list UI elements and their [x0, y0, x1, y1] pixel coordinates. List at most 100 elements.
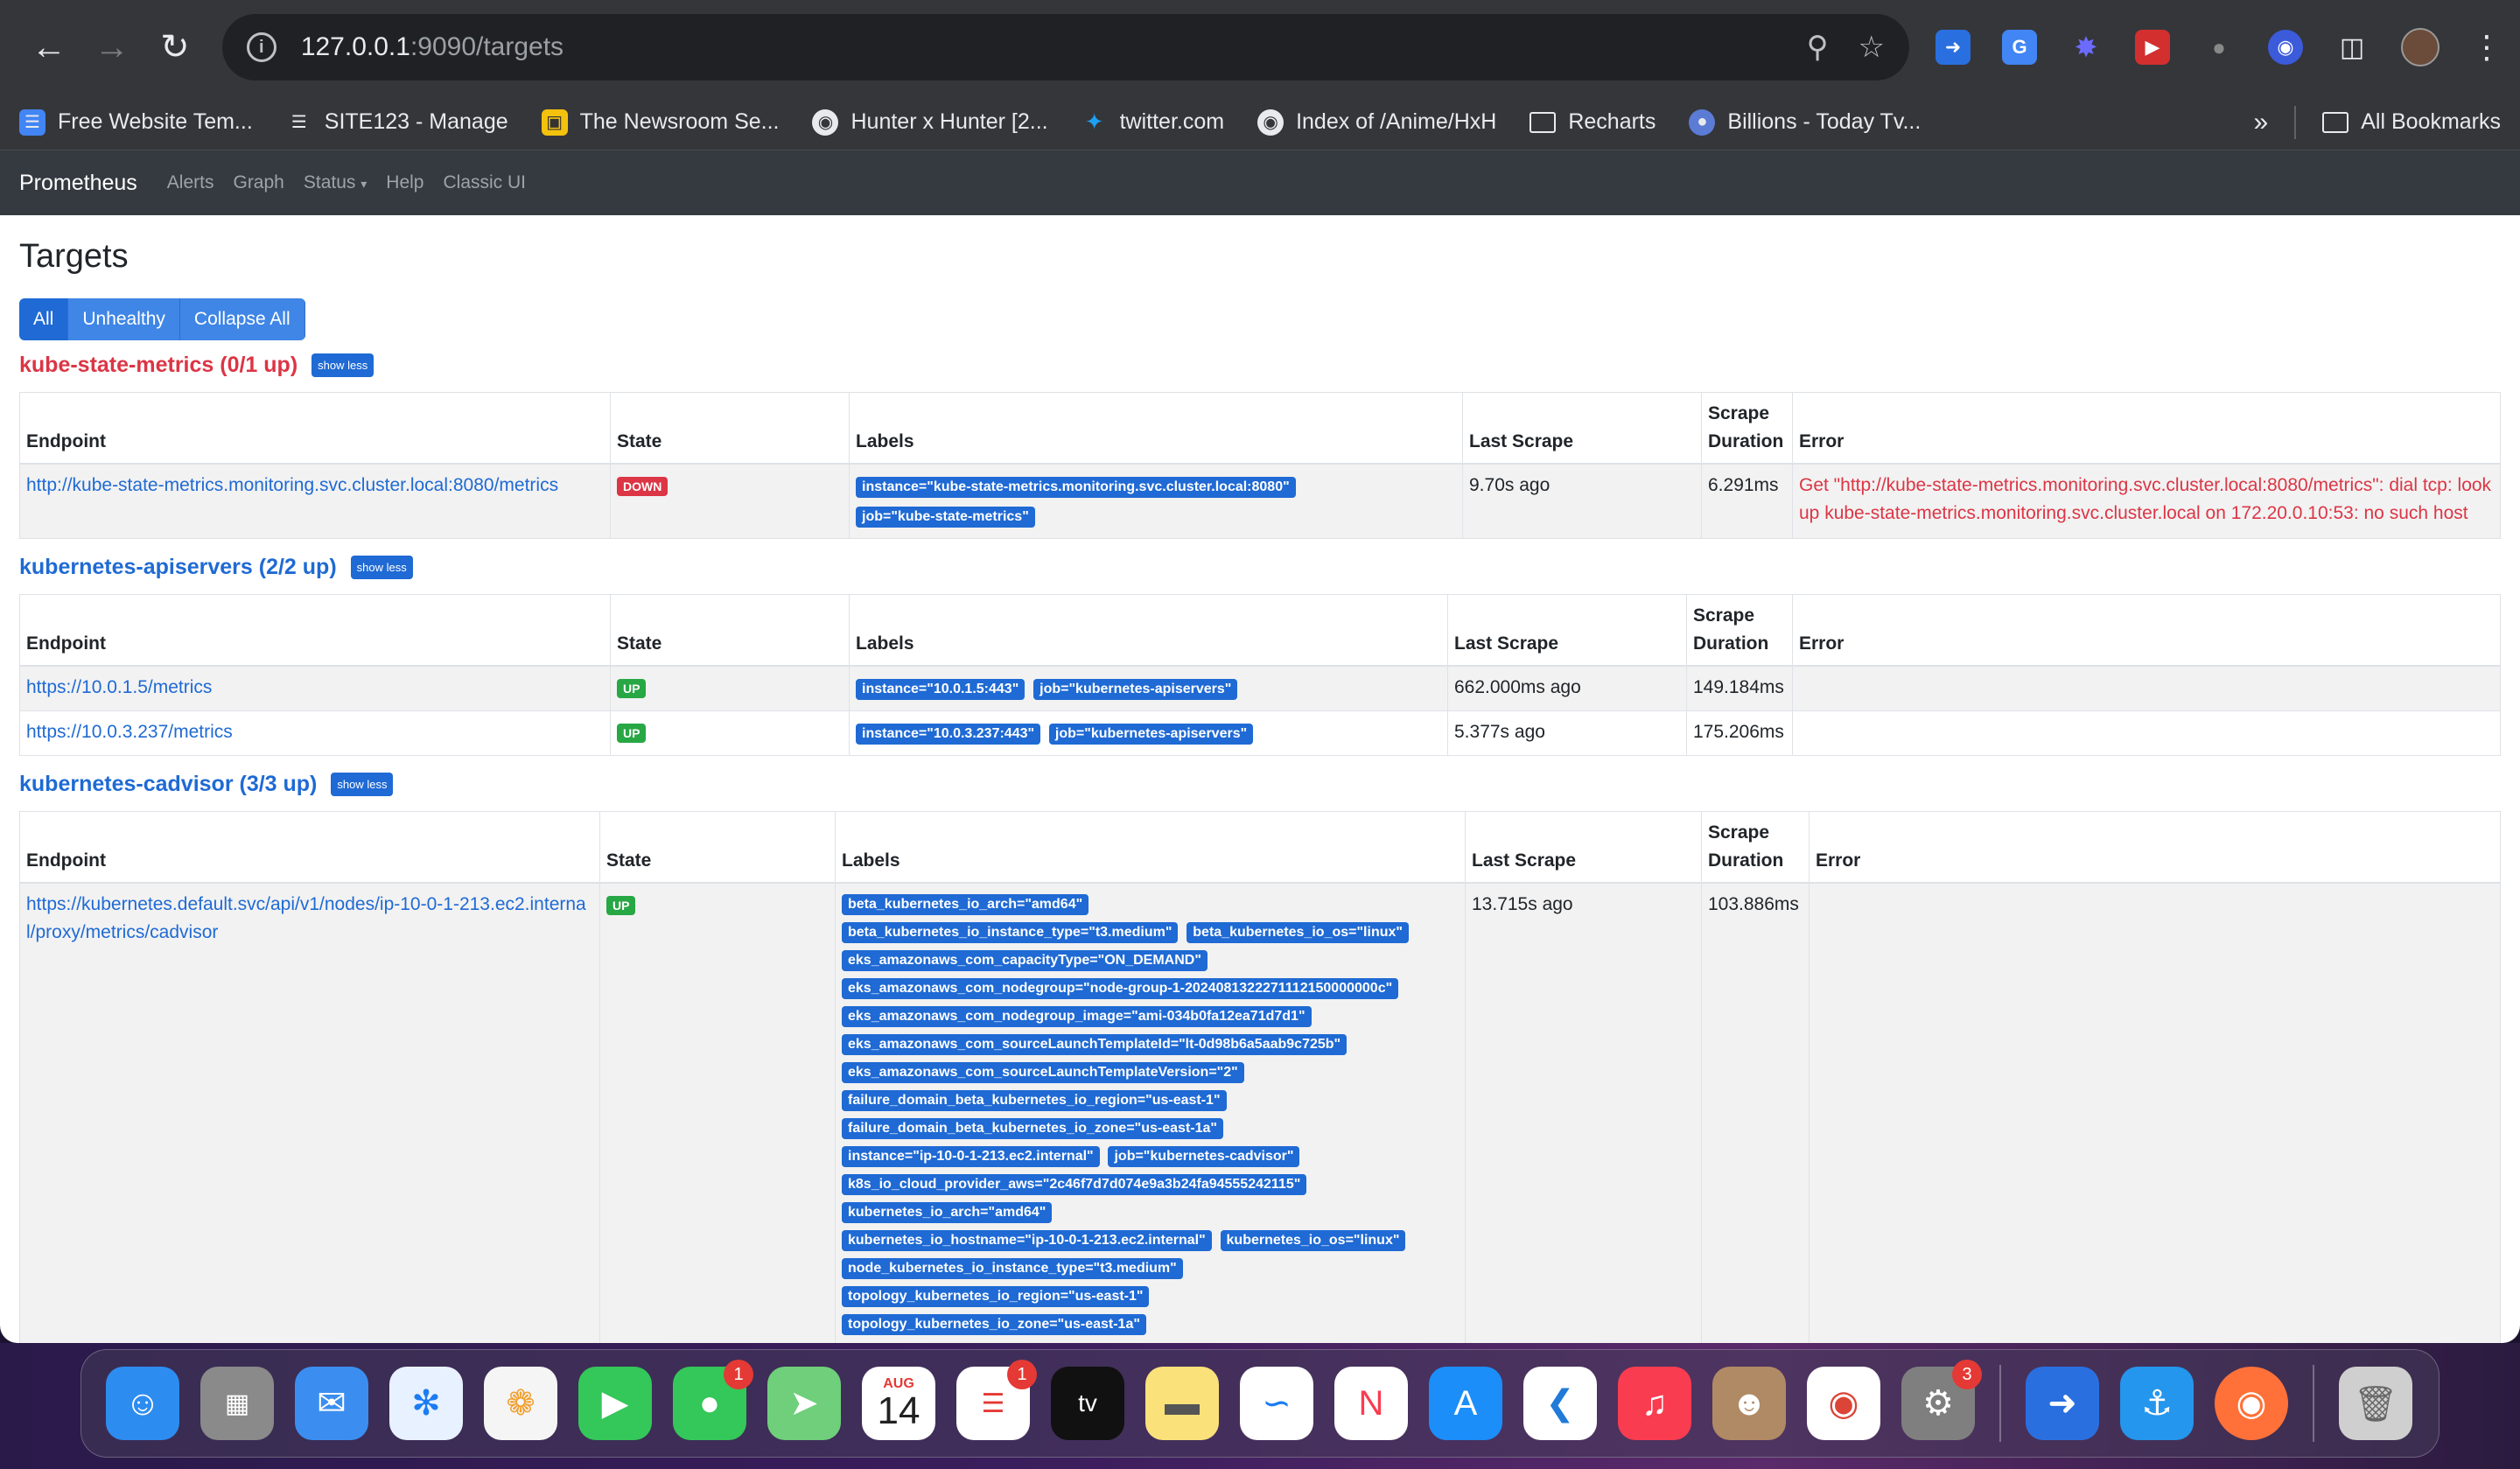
- bookmark-2[interactable]: ▣ The Newsroom Se...: [541, 108, 780, 136]
- pool-title[interactable]: kubernetes-cadvisor (3/3 up): [19, 772, 317, 797]
- news-icon[interactable]: N: [1334, 1367, 1408, 1440]
- bookmark-label: twitter.com: [1119, 109, 1225, 134]
- bookmark-label: Index of /Anime/HxH: [1296, 109, 1497, 134]
- music-icon[interactable]: ♫: [1618, 1367, 1691, 1440]
- youtube-extension-icon[interactable]: ▶: [2135, 30, 2171, 65]
- prometheus-navbar: Prometheus Alerts Graph Status ▾ Help Cl…: [0, 150, 2520, 215]
- bookmark-label: Hunter x Hunter [2...: [850, 109, 1048, 134]
- firefox-icon[interactable]: ◉: [2215, 1367, 2288, 1440]
- col-scrape-duration: Scrape Duration: [1686, 594, 1793, 667]
- bookmark-1[interactable]: ☰ SITE123 - Manage: [286, 109, 508, 136]
- nav-classic-ui[interactable]: Classic UI: [443, 172, 526, 193]
- label-badge: node_kubernetes_io_instance_type="t3.med…: [842, 1258, 1183, 1279]
- macos-dock: ☺ ▦ ✉ ✻ ❁ ▶ ● 1 ➤ AUG 14 ☰ 1 tv ▬ ∽ N A ❮ …: [80, 1349, 2440, 1458]
- url-text[interactable]: 127.0.0.1:9090/targets: [301, 32, 1777, 62]
- all-bookmarks[interactable]: All Bookmarks: [2322, 109, 2501, 135]
- doc-icon: ☰: [19, 108, 46, 136]
- show-less-button[interactable]: show less: [331, 773, 394, 796]
- launchpad-icon[interactable]: ▦: [200, 1367, 274, 1440]
- mail-icon[interactable]: ✉: [295, 1367, 368, 1440]
- label-badge: job="kubernetes-apiservers": [1033, 679, 1238, 700]
- profile-avatar[interactable]: [2401, 28, 2440, 66]
- scrape-duration: 6.291ms: [1701, 463, 1793, 539]
- maps-icon[interactable]: ➤: [767, 1367, 841, 1440]
- label-badge: job="kube-state-metrics": [856, 507, 1035, 528]
- facetime-icon[interactable]: ▶: [578, 1367, 652, 1440]
- system-settings-icon[interactable]: ⚙ 3: [1901, 1360, 1982, 1440]
- table-row: https://10.0.1.5/metrics UP instance="10…: [19, 665, 2501, 711]
- puzzle-extensions-icon[interactable]: ◫: [2334, 30, 2370, 65]
- forward-button[interactable]: →: [80, 16, 144, 79]
- fox-extension-icon[interactable]: ◉: [2268, 30, 2304, 65]
- collapse-all-button[interactable]: Collapse All: [179, 298, 305, 340]
- bookmark-star-icon[interactable]: ☆: [1858, 30, 1885, 65]
- notes-icon[interactable]: ▬: [1145, 1367, 1219, 1440]
- app-store-icon[interactable]: A: [1429, 1367, 1502, 1440]
- bookmark-3[interactable]: ◉ Hunter x Hunter [2...: [812, 108, 1048, 136]
- col-error: Error: [1792, 392, 2501, 465]
- finder-icon[interactable]: ☺: [106, 1367, 179, 1440]
- error-message: [1792, 710, 2501, 756]
- pool-title[interactable]: kubernetes-apiservers (2/2 up): [19, 555, 337, 580]
- calendar-day: 14: [877, 1389, 920, 1432]
- col-scrape-duration-line2: Duration: [1708, 850, 1784, 871]
- pin-extension-icon[interactable]: ●: [2202, 30, 2236, 65]
- endpoint-link[interactable]: https://10.0.1.5/metrics: [26, 677, 212, 697]
- contacts-icon[interactable]: ☻: [1712, 1367, 1786, 1440]
- calendar-icon[interactable]: AUG 14: [862, 1367, 935, 1440]
- prometheus-brand[interactable]: Prometheus: [19, 171, 137, 196]
- messages-icon[interactable]: ● 1: [673, 1360, 753, 1440]
- col-scrape-duration-line1: Scrape: [1708, 822, 1770, 843]
- apple-tv-icon[interactable]: tv: [1051, 1367, 1124, 1440]
- show-less-button[interactable]: show less: [350, 556, 413, 579]
- reminders-icon[interactable]: ☰ 1: [956, 1360, 1037, 1440]
- show-less-button[interactable]: show less: [312, 353, 374, 377]
- chrome-icon[interactable]: ◉: [1807, 1367, 1880, 1440]
- bookmark-label: The Newsroom Se...: [579, 109, 780, 134]
- label-badge: beta_kubernetes_io_instance_type="t3.med…: [842, 922, 1179, 943]
- more-menu-icon[interactable]: ⋮: [2471, 29, 2502, 66]
- bookmark-5[interactable]: ◉ Index of /Anime/HxH: [1257, 108, 1497, 136]
- bookmark-6[interactable]: Recharts: [1530, 109, 1656, 135]
- screen-share-extension-icon[interactable]: ➜: [1936, 30, 1971, 65]
- bookmark-7[interactable]: ● Billions - Today Tv...: [1689, 108, 1922, 136]
- endpoint-link[interactable]: https://kubernetes.default.svc/api/v1/no…: [26, 894, 586, 942]
- nav-help[interactable]: Help: [386, 172, 424, 193]
- reload-button[interactable]: ↻: [144, 16, 206, 79]
- browser-window: ← → ↻ i 127.0.0.1:9090/targets ⚲ ☆ ➜ G ✸…: [0, 0, 2520, 1343]
- nav-status[interactable]: Status ▾: [304, 172, 367, 193]
- col-last-scrape: Last Scrape: [1447, 594, 1687, 667]
- more-bookmarks-icon[interactable]: »: [2254, 108, 2269, 137]
- label-badge: job="kubernetes-apiservers": [1048, 724, 1254, 745]
- filter-all-button[interactable]: All: [19, 298, 69, 340]
- photos-icon[interactable]: ❁: [484, 1367, 557, 1440]
- label-badge: instance="ip-10-0-1-213.ec2.internal": [842, 1146, 1100, 1167]
- endpoint-link[interactable]: http://kube-state-metrics.monitoring.svc…: [26, 475, 558, 495]
- pool-title[interactable]: kube-state-metrics (0/1 up): [19, 353, 298, 378]
- pool-header-kubernetes-cadvisor: kubernetes-cadvisor (3/3 up) show less: [19, 772, 2501, 797]
- address-bar[interactable]: i 127.0.0.1:9090/targets ⚲ ☆: [221, 14, 1910, 80]
- label-badge: beta_kubernetes_io_arch="amd64": [842, 894, 1089, 915]
- nav-alerts[interactable]: Alerts: [167, 172, 214, 193]
- label-badge: beta_kubernetes_io_os="linux": [1186, 922, 1409, 943]
- bookmark-4[interactable]: ✦ twitter.com: [1082, 108, 1225, 136]
- filter-unhealthy-button[interactable]: Unhealthy: [68, 298, 180, 340]
- translate-extension-icon[interactable]: G: [2002, 30, 2038, 65]
- safari-icon[interactable]: ✻: [389, 1367, 463, 1440]
- back-button[interactable]: ←: [18, 16, 80, 79]
- state-badge: UP: [617, 679, 647, 698]
- browser-toolbar: ← → ↻ i 127.0.0.1:9090/targets ⚲ ☆ ➜ G ✸…: [0, 0, 2520, 94]
- zoom-icon[interactable]: ⚲: [1807, 30, 1829, 65]
- trash-icon[interactable]: 🗑: [2339, 1367, 2412, 1440]
- nav-graph[interactable]: Graph: [233, 172, 284, 193]
- site123-icon: ☰: [290, 113, 307, 132]
- vscode-icon[interactable]: ❮: [1523, 1367, 1597, 1440]
- bookmark-0[interactable]: ☰ Free Website Tem...: [19, 108, 253, 136]
- screen-sharing-icon[interactable]: ➜: [2026, 1367, 2099, 1440]
- docker-icon[interactable]: ⚓: [2120, 1367, 2194, 1440]
- site-info-icon[interactable]: i: [246, 32, 276, 62]
- bookmark-label: Billions - Today Tv...: [1727, 109, 1922, 134]
- gear-extension-icon[interactable]: ✸: [2068, 30, 2104, 65]
- freeform-icon[interactable]: ∽: [1240, 1367, 1313, 1440]
- endpoint-link[interactable]: https://10.0.3.237/metrics: [26, 722, 233, 742]
